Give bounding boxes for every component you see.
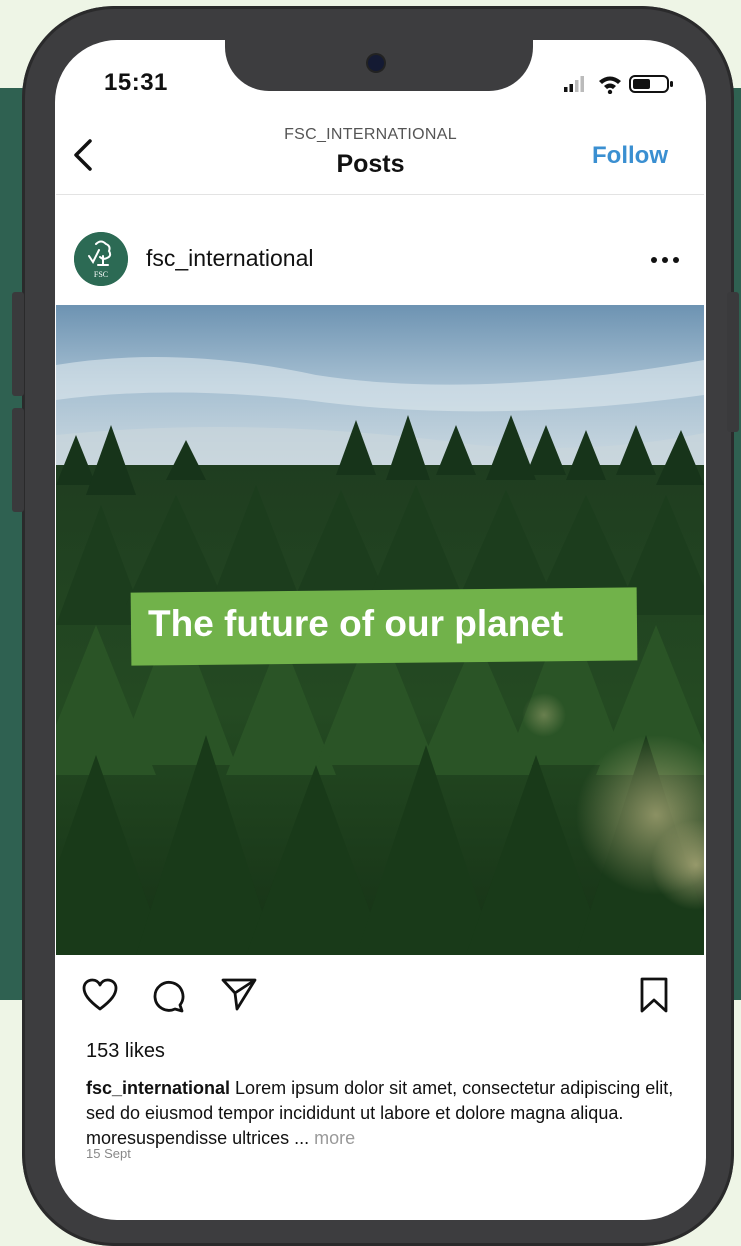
post-caption: fsc_international Lorem ipsum dolor sit … bbox=[86, 1076, 686, 1151]
send-icon[interactable] bbox=[220, 976, 258, 1012]
likes-count[interactable]: 153 likes bbox=[86, 1040, 165, 1063]
follow-button[interactable]: Follow bbox=[592, 142, 668, 170]
battery-icon bbox=[629, 75, 673, 93]
more-options-icon[interactable] bbox=[650, 256, 680, 264]
heart-icon[interactable] bbox=[82, 978, 118, 1012]
bookmark-icon[interactable] bbox=[638, 976, 670, 1014]
volume-up-button bbox=[12, 292, 24, 396]
post-image-banner-text: The future of our planet bbox=[148, 603, 564, 644]
avatar-logo-text: FSC bbox=[94, 270, 108, 279]
header-divider bbox=[56, 194, 704, 195]
post-date: 15 Sept bbox=[86, 1146, 131, 1161]
power-button bbox=[727, 292, 739, 432]
camera bbox=[368, 55, 384, 71]
volume-down-button bbox=[12, 408, 24, 512]
status-icons bbox=[564, 75, 673, 94]
avatar[interactable]: FSC bbox=[74, 232, 128, 286]
status-time: 15:31 bbox=[104, 69, 168, 96]
comment-icon[interactable] bbox=[150, 978, 186, 1014]
wifi-icon bbox=[599, 76, 621, 94]
caption-more-link[interactable]: more bbox=[314, 1128, 355, 1148]
caption-username[interactable]: fsc_international bbox=[86, 1078, 230, 1098]
signal-icon bbox=[564, 76, 584, 92]
post-username[interactable]: fsc_international bbox=[146, 245, 314, 272]
